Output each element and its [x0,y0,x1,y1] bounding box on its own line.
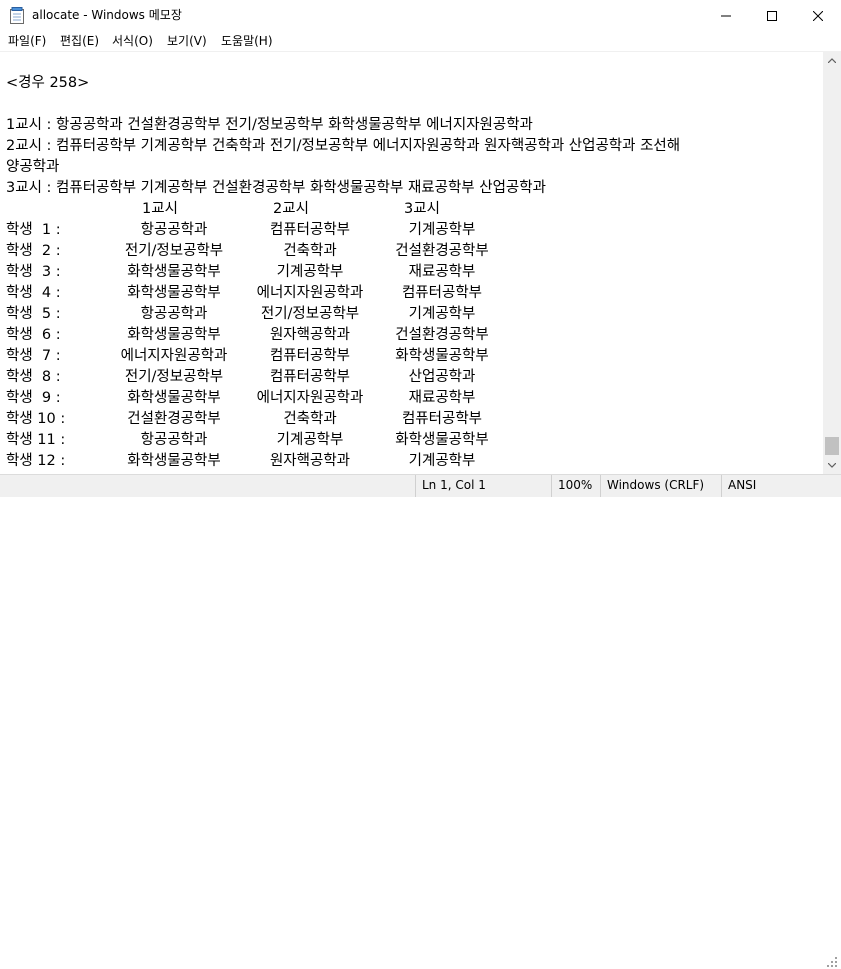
menu-view[interactable]: 보기(V) [167,31,207,51]
student-period-2: 컴퓨터공학부 [269,222,351,238]
scroll-down-button[interactable] [823,457,841,474]
student-row: 학생 4 : 화학생물공학부 에너지자원공학과 컴퓨터공학부 [0,283,823,304]
column-header: 3교시 [404,201,440,217]
student-period-2: 에너지자원공학과 [256,285,364,301]
student-row: 학생 3 : 화학생물공학부 기계공학부 재료공학부 [0,262,823,283]
notepad-icon [10,7,24,24]
student-label: 학생 10 : [6,411,66,427]
student-period-2: 기계공학부 [276,264,344,280]
student-row: 학생 5 : 항공공학과 전기/정보공학부 기계공학부 [0,304,823,325]
student-period-3: 건설환경공학부 [395,327,489,343]
student-period-1: 전기/정보공학부 [124,243,224,259]
minimize-icon [721,15,731,16]
student-period-3: 기계공학부 [408,306,476,322]
period-line: 1교시 : 항공공학과 건설환경공학부 전기/정보공학부 화학생물공학부 에너지… [6,117,533,133]
title-bar[interactable]: allocate - Windows 메모장 [0,0,841,32]
student-row: 학생 12 : 화학생물공학부 원자핵공학과 기계공학부 [0,451,823,472]
student-period-1: 화학생물공학부 [127,453,221,469]
column-header-row: 1교시 2교시 3교시 [0,199,823,220]
student-period-3: 재료공학부 [408,390,476,406]
scroll-up-button[interactable] [823,52,841,69]
student-period-3: 컴퓨터공학부 [401,285,483,301]
student-period-2: 건축학과 [283,243,337,259]
student-period-3: 화학생물공학부 [395,432,489,448]
period-line: 양공학과 [6,159,60,175]
window-title: allocate - Windows 메모장 [32,8,182,22]
student-label: 학생 7 : [6,348,61,364]
column-header: 1교시 [142,201,178,217]
student-period-2: 컴퓨터공학부 [269,369,351,385]
student-row: 학생 7 : 에너지자원공학과 컴퓨터공학부 화학생물공학부 [0,346,823,367]
student-row: 학생 2 : 전기/정보공학부 건축학과 건설환경공학부 [0,241,823,262]
student-period-1: 항공공학과 [140,306,208,322]
student-period-3: 컴퓨터공학부 [401,411,483,427]
student-period-2: 컴퓨터공학부 [269,348,351,364]
cursor-position: Ln 1, Col 1 [415,475,552,497]
minimize-button[interactable] [703,0,749,31]
student-row: 학생 11 : 항공공학과 기계공학부 화학생물공학부 [0,430,823,451]
menu-help[interactable]: 도움말(H) [221,31,273,51]
student-row: 학생 1 : 항공공학과 컴퓨터공학부 기계공학부 [0,220,823,241]
student-label: 학생 9 : [6,390,61,406]
menu-file[interactable]: 파일(F) [8,31,46,51]
menu-bar: 파일(F) 편집(E) 서식(O) 보기(V) 도움말(H) [0,31,841,51]
chevron-up-icon [828,58,836,63]
student-label: 학생 3 : [6,264,61,280]
student-row: 학생 6 : 화학생물공학부 원자핵공학과 건설환경공학부 [0,325,823,346]
student-period-1: 화학생물공학부 [127,390,221,406]
student-period-3: 화학생물공학부 [395,348,489,364]
zoom-level: 100% [551,475,598,497]
student-label: 학생 12 : [6,453,66,469]
student-period-3: 기계공학부 [408,222,476,238]
student-label: 학생 2 : [6,243,61,259]
column-header: 2교시 [273,201,309,217]
period-line: 3교시 : 컴퓨터공학부 기계공학부 건설환경공학부 화학생물공학부 재료공학부… [6,180,546,196]
student-label: 학생 1 : [6,222,61,238]
student-period-3: 재료공학부 [408,264,476,280]
menu-edit[interactable]: 편집(E) [60,31,99,51]
student-period-1: 화학생물공학부 [127,264,221,280]
student-period-3: 건설환경공학부 [395,243,489,259]
student-label: 학생 5 : [6,306,61,322]
student-period-2: 기계공학부 [276,432,344,448]
line-ending: Windows (CRLF) [600,475,717,497]
case-header: <경우 258> [6,75,90,91]
menu-format[interactable]: 서식(O) [112,31,153,51]
maximize-button[interactable] [749,0,795,31]
student-period-2: 원자핵공학과 [269,453,351,469]
student-period-2: 에너지자원공학과 [256,390,364,406]
student-period-1: 전기/정보공학부 [124,369,224,385]
student-period-2: 건축학과 [283,411,337,427]
maximize-icon [767,10,777,21]
student-label: 학생 8 : [6,369,61,385]
scroll-thumb[interactable] [825,437,839,455]
status-bar: Ln 1, Col 1 100% Windows (CRLF) ANSI [0,474,841,967]
close-icon [813,10,823,21]
vertical-scrollbar[interactable] [823,52,841,474]
student-label: 학생 4 : [6,285,61,301]
student-row: 학생 10 : 건설환경공학부 건축학과 컴퓨터공학부 [0,409,823,430]
text-editor[interactable]: <경우 258> 1교시 : 항공공학과 건설환경공학부 전기/정보공학부 화학… [0,52,823,474]
student-period-3: 산업공학과 [408,369,476,385]
student-label: 학생 11 : [6,432,66,448]
student-row: 학생 8 : 전기/정보공학부 컴퓨터공학부 산업공학과 [0,367,823,388]
period-line: 2교시 : 컴퓨터공학부 기계공학부 건축학과 전기/정보공학부 에너지자원공학… [6,138,681,154]
student-period-3: 기계공학부 [408,453,476,469]
student-period-2: 원자핵공학과 [269,327,351,343]
student-period-1: 건설환경공학부 [127,411,221,427]
close-button[interactable] [795,0,841,31]
chevron-down-icon [828,463,836,468]
student-period-1: 에너지자원공학과 [120,348,228,364]
encoding: ANSI [721,475,818,497]
resize-grip-icon[interactable] [823,953,839,969]
student-period-2: 전기/정보공학부 [260,306,360,322]
student-period-1: 항공공학과 [140,432,208,448]
student-period-1: 화학생물공학부 [127,327,221,343]
student-period-1: 항공공학과 [140,222,208,238]
student-row: 학생 9 : 화학생물공학부 에너지자원공학과 재료공학부 [0,388,823,409]
student-period-1: 화학생물공학부 [127,285,221,301]
student-label: 학생 6 : [6,327,61,343]
